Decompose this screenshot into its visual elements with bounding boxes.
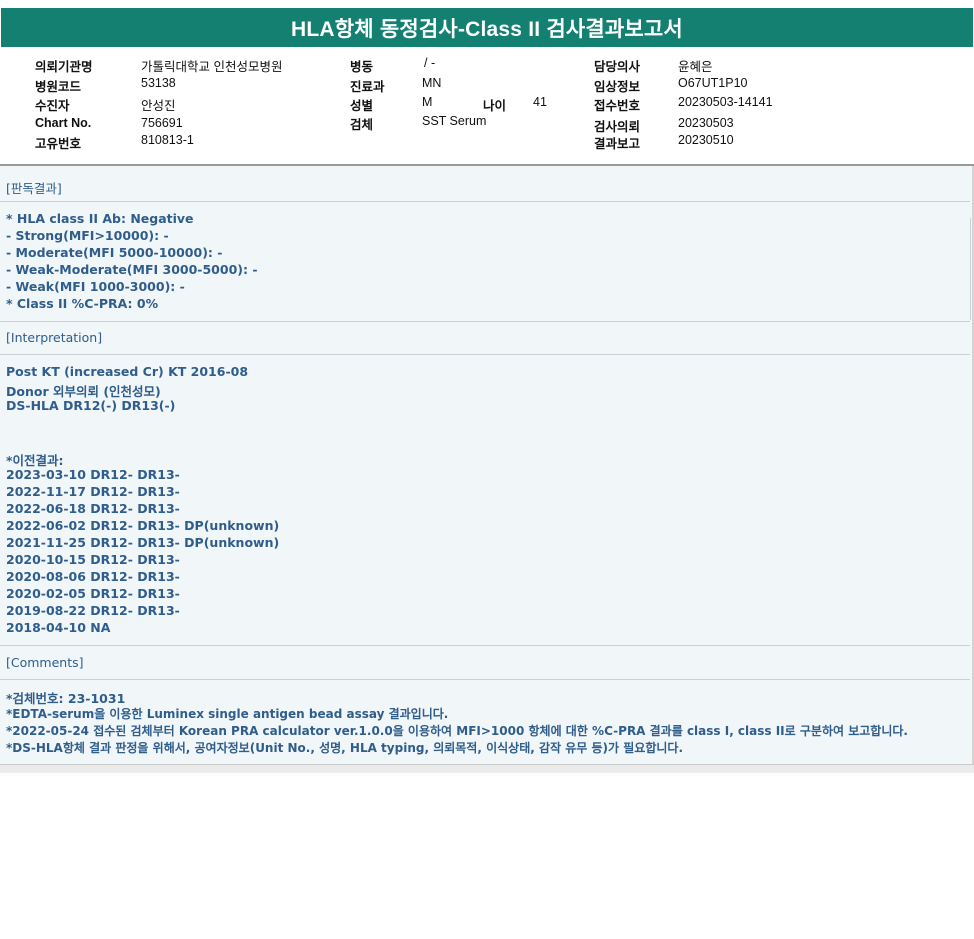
- age-value: 41: [533, 95, 547, 109]
- comment-line: *DS-HLA항체 결과 판정을 위해서, 공여자정보(Unit No., 성명…: [6, 741, 683, 755]
- previous-result-line: 2018-04-10 NA: [6, 620, 111, 635]
- unique-number-value: 810813-1: [141, 133, 194, 147]
- divider: [0, 354, 970, 355]
- receipt-number-value: 20230503-14141: [678, 95, 773, 109]
- interpretation-line: DS-HLA DR12(-) DR13(-): [6, 398, 176, 413]
- previous-result-line: 2019-08-22 DR12- DR13-: [6, 603, 180, 618]
- hospital-code-value: 53138: [141, 76, 176, 90]
- ward-label: 병동: [350, 60, 374, 74]
- ward-value: / -: [424, 56, 436, 70]
- previous-result-line: 2022-06-18 DR12- DR13-: [6, 501, 180, 516]
- chart-no-value: 756691: [141, 116, 183, 130]
- report-title: HLA항체 동정검사-Class II 검사결과보고서: [1, 8, 973, 47]
- previous-result-line: 2023-03-10 DR12- DR13-: [6, 467, 180, 482]
- chart-no-label: Chart No.: [35, 116, 92, 130]
- recipient-value: 안성진: [141, 99, 176, 113]
- results-section-title: [판독결과]: [6, 181, 62, 196]
- patient-info-panel: 의뢰기관명 가톨릭대학교 인천성모병원 병원코드 53138 수진자 안성진 C…: [0, 52, 974, 164]
- result-line: - Weak-Moderate(MFI 3000-5000): -: [6, 262, 258, 277]
- previous-result-line: 2020-10-15 DR12- DR13-: [6, 552, 180, 567]
- sex-value: M: [422, 95, 433, 109]
- divider: [970, 218, 971, 320]
- department-value: MN: [422, 76, 442, 90]
- previous-result-line: 2020-02-05 DR12- DR13-: [6, 586, 180, 601]
- sex-label: 성별: [350, 99, 374, 113]
- report-date-value: 20230510: [678, 133, 734, 147]
- specimen-value: SST Serum: [422, 114, 487, 128]
- clinical-info-label: 임상정보: [594, 80, 641, 94]
- previous-result-line: 2022-06-02 DR12- DR13- DP(unknown): [6, 518, 280, 533]
- result-line: * HLA class II Ab: Negative: [6, 211, 194, 226]
- result-line: - Strong(MFI>10000): -: [6, 228, 169, 243]
- comment-line: *2022-05-24 접수된 검체부터 Korean PRA calculat…: [6, 724, 908, 738]
- unique-number-label: 고유번호: [35, 137, 82, 151]
- receipt-number-label: 접수번호: [594, 99, 641, 113]
- report-date-label: 결과보고: [594, 137, 641, 151]
- interpretation-line: Post KT (increased Cr) KT 2016-08: [6, 364, 249, 379]
- divider: [0, 679, 970, 680]
- doctor-label: 담당의사: [594, 60, 641, 74]
- comment-line: *EDTA-serum을 이용한 Luminex single antigen …: [6, 707, 449, 721]
- department-label: 진료과: [350, 80, 385, 94]
- comments-section-title: [Comments]: [6, 655, 84, 670]
- divider: [0, 321, 970, 322]
- footer-divider: [0, 764, 974, 773]
- previous-result-line: 2022-11-17 DR12- DR13-: [6, 484, 180, 499]
- result-line: - Moderate(MFI 5000-10000): -: [6, 245, 223, 260]
- result-line: * Class II %C-PRA: 0%: [6, 296, 159, 311]
- institution-label: 의뢰기관명: [35, 60, 93, 74]
- institution-value: 가톨릭대학교 인천성모병원: [141, 60, 283, 74]
- request-date-value: 20230503: [678, 116, 734, 130]
- clinical-info-value: O67UT1P10: [678, 76, 748, 90]
- report-body: [판독결과] * HLA class II Ab: Negative - Str…: [0, 166, 974, 764]
- age-label: 나이: [483, 99, 507, 113]
- doctor-value: 윤혜은: [678, 60, 713, 74]
- divider: [0, 645, 970, 646]
- specimen-label: 검체: [350, 118, 374, 132]
- interpretation-section-title: [Interpretation]: [6, 330, 103, 345]
- report-page: HLA항체 동정검사-Class II 검사결과보고서 의뢰기관명 가톨릭대학교…: [0, 0, 974, 939]
- hospital-code-label: 병원코드: [35, 80, 82, 94]
- result-line: - Weak(MFI 1000-3000): -: [6, 279, 185, 294]
- previous-result-line: 2021-11-25 DR12- DR13- DP(unknown): [6, 535, 280, 550]
- recipient-label: 수진자: [35, 99, 70, 113]
- previous-result-line: 2020-08-06 DR12- DR13-: [6, 569, 180, 584]
- divider: [0, 201, 970, 202]
